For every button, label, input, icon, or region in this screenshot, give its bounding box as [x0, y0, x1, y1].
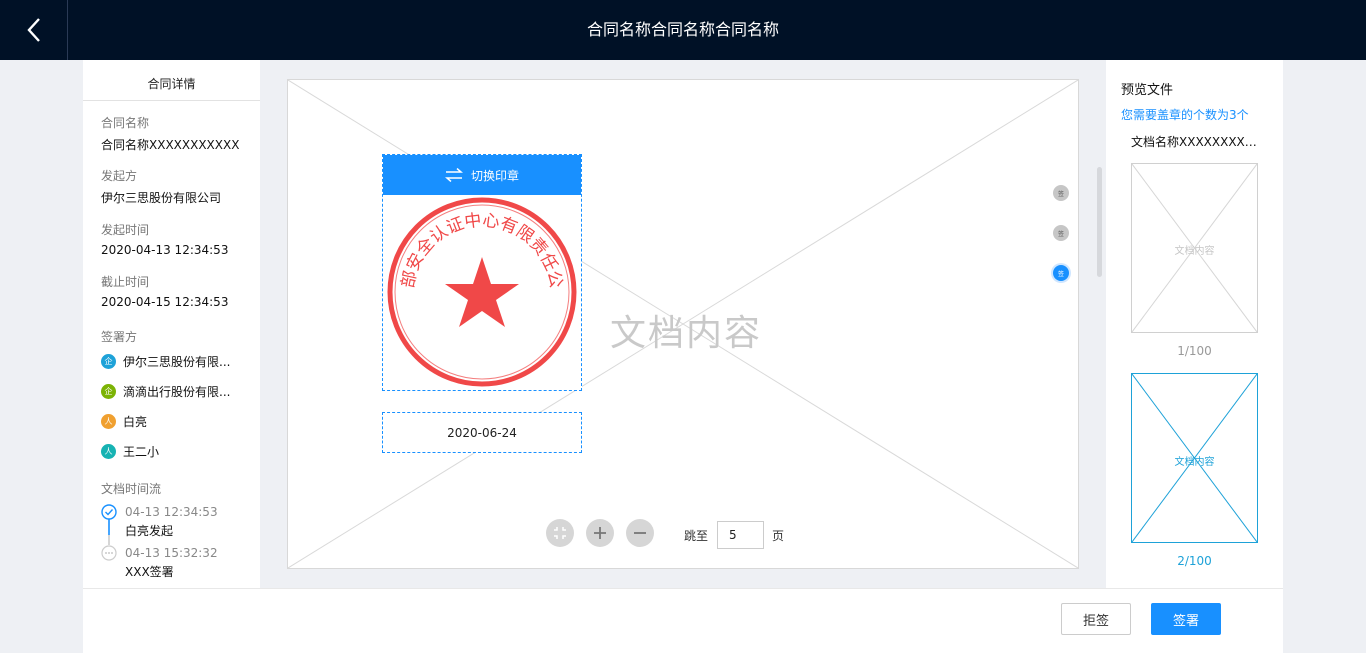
field-deadline: 截止时间 2020-04-15 12:34:53 [83, 273, 228, 309]
switch-seal-button[interactable]: 切换印章 [383, 155, 581, 195]
field-value: 合同名称XXXXXXXXXXX [101, 138, 240, 152]
timeline-heading: 文档时间流 [83, 480, 161, 497]
action-footer: 拒签 签署 [83, 588, 1283, 653]
signer-item[interactable]: 人 白亮 [101, 413, 147, 430]
seal-placement[interactable]: 切换印章 西部安全认证中心有限责任公司 [382, 154, 582, 391]
field-contract-name: 合同名称 合同名称XXXXXXXXXXX [83, 114, 239, 153]
field-label: 合同名称 [101, 116, 150, 130]
field-start-time: 发起时间 2020-04-13 12:34:53 [83, 221, 228, 257]
document-viewer: 文档内容 切换印章 西部安全认证中心有限责任公司 [260, 60, 1106, 588]
thumbnail-text: 文档内容 [1174, 246, 1215, 257]
goto-prefix: 跳至 [684, 529, 709, 543]
signature-marker-active[interactable]: 签 [1053, 265, 1069, 281]
sign-date-field[interactable]: 2020-06-24 [382, 412, 582, 453]
back-button[interactable] [0, 0, 68, 60]
preview-title: 预览文件 [1121, 83, 1174, 98]
field-label: 发起方 [101, 169, 138, 183]
page-thumbnail[interactable]: 文档内容 [1131, 163, 1258, 333]
timeline-label: 文档时间流 [101, 482, 162, 496]
details-panel-title: 合同详情 [83, 60, 260, 101]
thumbnail-page-label: 1/100 [1177, 344, 1212, 358]
company-badge-icon: 企 [101, 354, 116, 369]
timeline-time: 04-13 12:34:53 [125, 505, 218, 519]
timeline-desc: 白亮发起 [125, 524, 174, 538]
switch-seal-label: 切换印章 [470, 168, 519, 183]
timeline-track [101, 504, 117, 561]
top-bar: 合同名称合同名称合同名称 [0, 0, 1366, 60]
company-badge-icon: 企 [101, 384, 116, 399]
signer-item[interactable]: 企 滴滴出行股份有限... [101, 383, 230, 400]
plus-icon [594, 527, 606, 539]
contract-details-panel: 合同详情 合同名称 合同名称XXXXXXXXXXX 发起方 伊尔三思股份有限公司… [83, 60, 260, 588]
signer-name: 滴滴出行股份有限... [123, 385, 231, 399]
page-thumbnail-active[interactable]: 文档内容 [1131, 373, 1258, 543]
timeline-desc: XXX签署 [125, 565, 174, 579]
person-badge-icon: 人 [101, 444, 116, 459]
sign-button[interactable]: 签署 [1151, 603, 1221, 635]
field-initiator: 发起方 伊尔三思股份有限公司 [83, 167, 221, 206]
timeline-time: 04-13 15:32:32 [125, 546, 218, 560]
field-label: 发起时间 [101, 223, 150, 237]
zoom-in-button[interactable] [586, 519, 614, 547]
page-title: 合同名称合同名称合同名称 [586, 20, 779, 39]
goto-suffix: 页 [772, 529, 785, 543]
reject-button[interactable]: 拒签 [1061, 603, 1131, 635]
goto-page-input[interactable] [717, 521, 764, 549]
preview-panel: 预览文件 您需要盖章的个数为3个 文档名称XXXXXXXXXXX 文档内容 1/… [1106, 60, 1283, 588]
signer-item[interactable]: 人 王二小 [101, 443, 159, 460]
signers-heading: 签署方 [83, 328, 137, 345]
signer-name: 王二小 [123, 445, 160, 459]
seal-count-note: 您需要盖章的个数为3个 [1121, 108, 1249, 122]
field-value: 2020-04-15 12:34:53 [101, 295, 229, 309]
signers-label: 签署方 [101, 330, 138, 344]
chevron-left-icon [26, 18, 40, 42]
company-seal-image: 西部安全认证中心有限责任公司 [383, 195, 577, 387]
signer-name: 伊尔三思股份有限... [123, 355, 231, 369]
signature-marker[interactable]: 签 [1053, 225, 1069, 241]
thumbnail-page-label: 2/100 [1177, 554, 1212, 568]
signer-name: 白亮 [123, 415, 148, 429]
document-content-text: 文档内容 [610, 313, 763, 354]
person-badge-icon: 人 [101, 414, 116, 429]
timeline-item: 04-13 15:32:32 XXX签署 [125, 546, 218, 580]
viewer-scrollbar[interactable] [1097, 167, 1102, 277]
minus-icon [634, 532, 646, 534]
field-value: 伊尔三思股份有限公司 [101, 191, 222, 205]
signature-marker[interactable]: 签 [1053, 185, 1069, 201]
document-page: 文档内容 切换印章 西部安全认证中心有限责任公司 [287, 79, 1079, 569]
fullscreen-exit-icon [554, 527, 566, 539]
zoom-out-button[interactable] [626, 519, 654, 547]
field-label: 截止时间 [101, 275, 150, 289]
thumbnail-text: 文档内容 [1174, 457, 1215, 468]
timeline-item: 04-13 12:34:53 白亮发起 [125, 505, 218, 539]
swap-icon [444, 168, 463, 182]
fit-screen-button[interactable] [546, 519, 574, 547]
signer-item[interactable]: 企 伊尔三思股份有限... [101, 353, 230, 370]
preview-doc-name: 文档名称XXXXXXXXXXX [1131, 135, 1261, 149]
field-value: 2020-04-13 12:34:53 [101, 243, 229, 257]
